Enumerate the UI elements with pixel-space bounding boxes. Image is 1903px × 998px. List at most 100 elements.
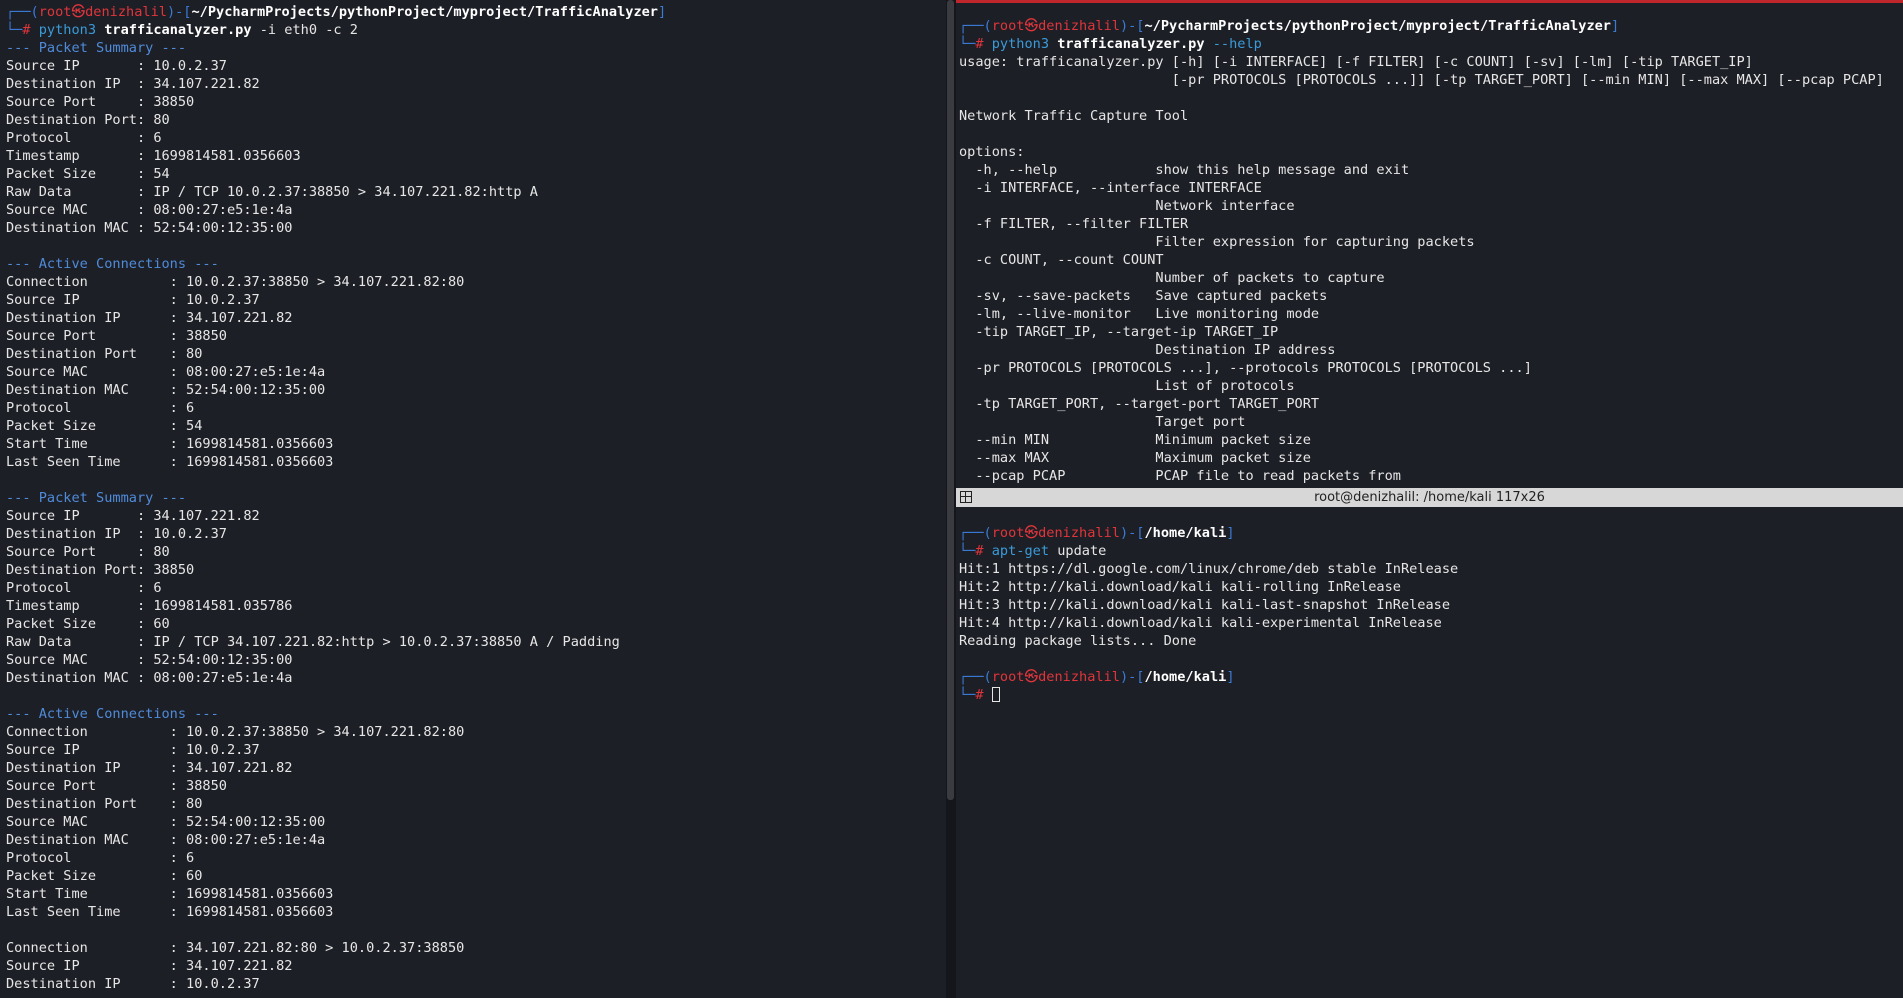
- prompt-line-cmd: └─# apt-get update: [959, 543, 1107, 559]
- help-line: usage: trafficanalyzer.py [-h] [-i INTER…: [959, 54, 1753, 70]
- output-line: Timestamp : 1699814581.035786: [6, 598, 293, 614]
- output-line: Raw Data : IP / TCP 34.107.221.82:http >…: [6, 634, 620, 650]
- output-line: Source IP : 10.0.2.37: [6, 292, 260, 308]
- prompt-line-top: ┌──(root㉿denizhalil)-[~/PycharmProjects/…: [959, 18, 1620, 34]
- output-line: Source Port : 38850: [6, 94, 195, 110]
- output-line: Start Time : 1699814581.0356603: [6, 436, 334, 452]
- help-line: -h, --help show this help message and ex…: [959, 162, 1410, 178]
- help-line: -pr PROTOCOLS [PROTOCOLS ...], --protoco…: [959, 360, 1532, 376]
- prompt-line-cmd: └─# python3 trafficanalyzer.py -i eth0 -…: [6, 22, 358, 38]
- output-line: Packet Size : 54: [6, 166, 170, 182]
- output-line: Destination Port: 80: [6, 112, 170, 128]
- terminal-output-right-top: ┌──(root㉿denizhalil)-[~/PycharmProjects/…: [959, 17, 1903, 485]
- section-header: --- Packet Summary ---: [6, 40, 187, 56]
- output-line: Destination IP : 34.107.221.82: [6, 310, 293, 326]
- help-line: --max MAX Maximum packet size: [959, 450, 1311, 466]
- section-header: --- Packet Summary ---: [6, 490, 187, 506]
- apt-output-line: Hit:4 http://kali.download/kali kali-exp…: [959, 615, 1442, 631]
- output-line: Source MAC : 52:54:00:12:35:00: [6, 652, 293, 668]
- help-line: -c COUNT, --count COUNT: [959, 252, 1164, 268]
- output-line: Source IP : 10.0.2.37: [6, 58, 227, 74]
- output-line: Connection : 10.0.2.37:38850 > 34.107.22…: [6, 274, 465, 290]
- help-line: Number of packets to capture: [959, 270, 1385, 286]
- output-line: Source IP : 10.0.2.37: [6, 742, 260, 758]
- output-line: Destination MAC : 52:54:00:12:35:00: [6, 382, 326, 398]
- output-line: Protocol : 6: [6, 400, 195, 416]
- output-line: Raw Data : IP / TCP 10.0.2.37:38850 > 34…: [6, 184, 538, 200]
- output-line: Protocol : 6: [6, 580, 162, 596]
- help-line: Network Traffic Capture Tool: [959, 108, 1189, 124]
- help-line: Target port: [959, 414, 1246, 430]
- help-line: -tp TARGET_PORT, --target-port TARGET_PO…: [959, 396, 1320, 412]
- apt-output-line: Hit:3 http://kali.download/kali kali-las…: [959, 597, 1451, 613]
- output-line: Source MAC : 08:00:27:e5:1e:4a: [6, 202, 293, 218]
- help-line: Filter expression for capturing packets: [959, 234, 1475, 250]
- terminal-pane-right-bottom[interactable]: ┌──(root㉿denizhalil)-[/home/kali] └─# ap…: [956, 507, 1903, 998]
- left-pane-scrollbar[interactable]: [947, 0, 954, 800]
- output-line: Last Seen Time : 1699814581.0356603: [6, 454, 334, 470]
- terminal-cursor[interactable]: [991, 687, 1000, 702]
- output-line: Destination IP : 10.0.2.37: [6, 526, 227, 542]
- output-line: Source MAC : 08:00:27:e5:1e:4a: [6, 364, 326, 380]
- help-line: options:: [959, 144, 1025, 160]
- output-line: Destination Port: 38850: [6, 562, 195, 578]
- output-line: Destination IP : 10.0.2.37: [6, 976, 260, 992]
- output-line: Protocol : 6: [6, 850, 195, 866]
- pane-title: root@denizhalil: /home/kali 117x26: [1314, 490, 1545, 505]
- help-line: List of protocols: [959, 378, 1295, 394]
- output-line: Last Seen Time : 1699814581.0356603: [6, 904, 334, 920]
- help-line: [959, 125, 1903, 143]
- section-header: --- Active Connections ---: [6, 256, 219, 272]
- help-line: Network interface: [959, 198, 1295, 214]
- output-line: Timestamp : 1699814581.0356603: [6, 148, 301, 164]
- desktop-screen: ┌──(root㉿denizhalil)-[~/PycharmProjects/…: [0, 0, 1903, 998]
- output-line: Destination IP : 34.107.221.82: [6, 76, 260, 92]
- help-line: -f FILTER, --filter FILTER: [959, 216, 1189, 232]
- apt-output-line: Reading package lists... Done: [959, 633, 1197, 649]
- help-line: [959, 89, 1903, 107]
- pane-grid-icon[interactable]: [960, 491, 972, 503]
- output-line: Source IP : 34.107.221.82: [6, 958, 293, 974]
- apt-output-line: Hit:2 http://kali.download/kali kali-rol…: [959, 579, 1401, 595]
- output-line: Connection : 34.107.221.82:80 > 10.0.2.3…: [6, 940, 465, 956]
- help-line: [-pr PROTOCOLS [PROTOCOLS ...]] [-tp TAR…: [959, 72, 1884, 88]
- output-line: Destination MAC : 08:00:27:e5:1e:4a: [6, 832, 326, 848]
- output-line: Source IP : 34.107.221.82: [6, 508, 260, 524]
- help-line: --pcap PCAP PCAP file to read packets fr…: [959, 468, 1401, 484]
- terminal-pane-left[interactable]: ┌──(root㉿denizhalil)-[~/PycharmProjects/…: [0, 0, 946, 998]
- output-line: Packet Size : 60: [6, 868, 203, 884]
- help-line: -i INTERFACE, --interface INTERFACE: [959, 180, 1262, 196]
- prompt-line-top: ┌──(root㉿denizhalil)-[~/PycharmProjects/…: [6, 4, 667, 20]
- prompt2-line-top: ┌──(root㉿denizhalil)-[/home/kali]: [959, 669, 1235, 685]
- output-line: Protocol : 6: [6, 130, 162, 146]
- output-line: Source Port : 38850: [6, 778, 227, 794]
- section-header: --- Active Connections ---: [6, 706, 219, 722]
- apt-output-line: Hit:1 https://dl.google.com/linux/chrome…: [959, 561, 1459, 577]
- help-line: -sv, --save-packets Save captured packet…: [959, 288, 1328, 304]
- output-line: Destination MAC : 08:00:27:e5:1e:4a: [6, 670, 293, 686]
- terminal-output-left: ┌──(root㉿denizhalil)-[~/PycharmProjects/…: [6, 3, 946, 993]
- output-line: Start Time : 1699814581.0356603: [6, 886, 334, 902]
- output-line: Destination IP : 34.107.221.82: [6, 760, 293, 776]
- output-line: Source Port : 80: [6, 544, 170, 560]
- output-line: Packet Size : 54: [6, 418, 203, 434]
- pane-title-bar[interactable]: root@denizhalil: /home/kali 117x26: [956, 488, 1903, 507]
- help-line: -lm, --live-monitor Live monitoring mode: [959, 306, 1320, 322]
- terminal-pane-right-top[interactable]: ┌──(root㉿denizhalil)-[~/PycharmProjects/…: [956, 0, 1903, 488]
- output-line: Packet Size : 60: [6, 616, 170, 632]
- terminal-output-right-bottom: ┌──(root㉿denizhalil)-[/home/kali] └─# ap…: [959, 524, 1903, 704]
- help-line: Destination IP address: [959, 342, 1336, 358]
- help-line: -tip TARGET_IP, --target-ip TARGET_IP: [959, 324, 1279, 340]
- prompt-line-top: ┌──(root㉿denizhalil)-[/home/kali]: [959, 525, 1235, 541]
- help-line: --min MIN Minimum packet size: [959, 432, 1311, 448]
- output-line: Destination Port : 80: [6, 796, 203, 812]
- output-line: Destination MAC : 52:54:00:12:35:00: [6, 220, 293, 236]
- prompt-line-cmd: └─# python3 trafficanalyzer.py --help: [959, 36, 1262, 52]
- output-line: Destination Port : 80: [6, 346, 203, 362]
- output-line: Source MAC : 52:54:00:12:35:00: [6, 814, 326, 830]
- output-line: Source Port : 38850: [6, 328, 227, 344]
